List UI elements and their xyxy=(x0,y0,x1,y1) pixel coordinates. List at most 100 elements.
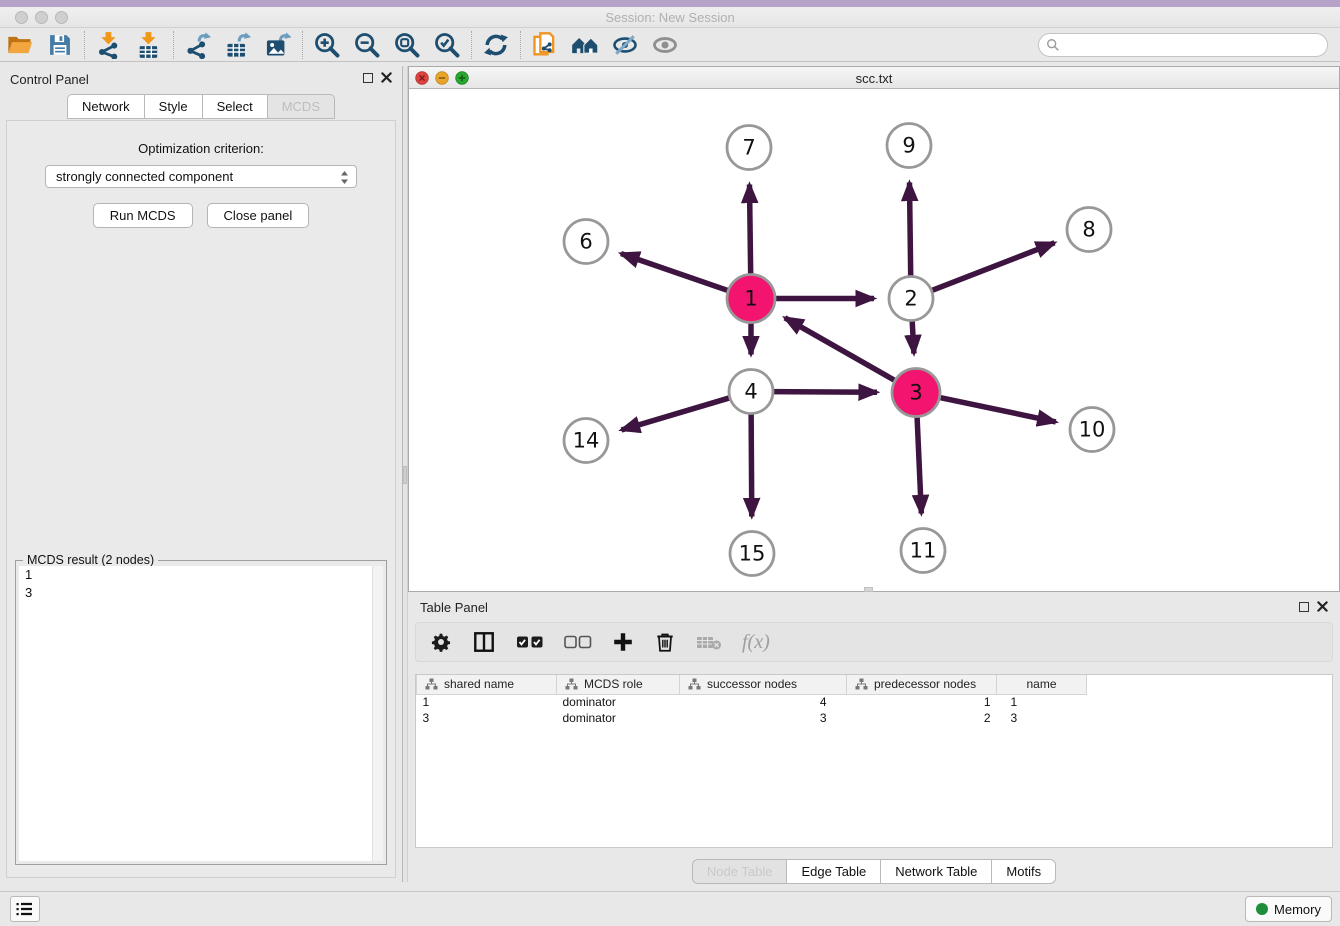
tab-mcds[interactable]: MCDS xyxy=(267,94,335,119)
memory-button[interactable]: Memory xyxy=(1245,896,1332,922)
result-scrollbar[interactable] xyxy=(372,566,383,861)
network-canvas[interactable]: 7 9 6 8 1 2 4 3 14 10 15 11 xyxy=(408,89,1340,592)
float-table-panel-icon[interactable] xyxy=(1299,602,1309,612)
splitter-handle[interactable] xyxy=(403,466,407,484)
deselect-all-button[interactable] xyxy=(564,628,592,656)
close-panel-icon[interactable] xyxy=(381,72,392,83)
graph-edge-1-6[interactable] xyxy=(621,254,730,292)
graph-node-1[interactable]: 1 xyxy=(727,275,775,323)
table-row[interactable]: 3dominator323 xyxy=(417,710,1087,726)
column-header-name[interactable]: name xyxy=(997,675,1087,694)
save-session-button[interactable] xyxy=(40,29,80,61)
graph-node-2[interactable]: 2 xyxy=(889,277,933,321)
export-image-button[interactable] xyxy=(258,29,298,61)
column-header-successor-nodes[interactable]: successor nodes xyxy=(680,675,847,694)
task-history-button[interactable] xyxy=(10,896,40,922)
graph-node-7[interactable]: 7 xyxy=(727,126,771,170)
graph-edge-3-1[interactable] xyxy=(785,318,897,382)
table-settings-button[interactable] xyxy=(430,628,452,656)
table-cell[interactable]: 1 xyxy=(997,694,1087,710)
delete-row-button[interactable] xyxy=(654,628,676,656)
float-panel-icon[interactable] xyxy=(363,73,373,83)
control-panel-title: Control Panel xyxy=(10,72,89,87)
open-session-button[interactable] xyxy=(0,29,40,61)
table-cell[interactable]: dominator xyxy=(557,694,680,710)
graph-edge-4-3[interactable] xyxy=(771,392,877,393)
table-cell[interactable]: dominator xyxy=(557,710,680,726)
table-cell[interactable]: 2 xyxy=(847,710,997,726)
graph-node-15[interactable]: 15 xyxy=(730,532,774,576)
graph-edge-3-11[interactable] xyxy=(917,414,921,513)
graph-edge-2-8[interactable] xyxy=(930,243,1055,291)
table-tab-edge-table[interactable]: Edge Table xyxy=(786,859,880,884)
graph-edge-4-14[interactable] xyxy=(621,397,731,430)
mcds-result-group: MCDS result (2 nodes) 13 xyxy=(15,553,387,865)
clone-network-button[interactable] xyxy=(525,29,565,61)
graph-node-9[interactable]: 9 xyxy=(887,124,931,168)
table-cell[interactable]: 4 xyxy=(680,694,847,710)
graph-edge-1-7[interactable] xyxy=(749,184,750,276)
zoom-selected-button[interactable] xyxy=(427,29,467,61)
criterion-value: strongly connected component xyxy=(56,169,233,184)
graph-node-3[interactable]: 3 xyxy=(892,369,940,417)
graph-edge-3-10[interactable] xyxy=(938,397,1056,422)
export-table-icon xyxy=(224,31,252,59)
table-tab-network-table[interactable]: Network Table xyxy=(880,859,991,884)
control-panel: Control Panel Network Style Select MCDS … xyxy=(0,66,402,882)
column-header-mcds-role[interactable]: MCDS role xyxy=(557,675,680,694)
network-graph[interactable]: 7 9 6 8 1 2 4 3 14 10 15 11 xyxy=(409,89,1339,591)
add-row-button[interactable] xyxy=(612,628,634,656)
select-all-button[interactable] xyxy=(516,628,544,656)
mcds-result-list[interactable]: 13 xyxy=(19,566,383,861)
first-neighbors-button[interactable] xyxy=(565,29,605,61)
graph-node-6[interactable]: 6 xyxy=(564,220,608,264)
zoom-in-button[interactable] xyxy=(307,29,347,61)
show-column-button[interactable] xyxy=(472,628,496,656)
column-header-shared-name[interactable]: shared name xyxy=(417,675,557,694)
refresh-layout-button[interactable] xyxy=(476,29,516,61)
zoom-fit-button[interactable] xyxy=(387,29,427,61)
table-cell[interactable]: 3 xyxy=(680,710,847,726)
zoom-out-button[interactable] xyxy=(347,29,387,61)
export-network-icon xyxy=(184,31,212,59)
graph-node-4[interactable]: 4 xyxy=(729,370,773,414)
close-panel-button[interactable]: Close panel xyxy=(207,203,310,228)
table-cell[interactable]: 1 xyxy=(417,694,557,710)
graph-node-11[interactable]: 11 xyxy=(901,529,945,573)
table-tab-node-table[interactable]: Node Table xyxy=(692,859,787,884)
table-row[interactable]: 1dominator411 xyxy=(417,694,1087,710)
column-header-predecessor-nodes[interactable]: predecessor nodes xyxy=(847,675,997,694)
graph-node-10[interactable]: 10 xyxy=(1070,408,1114,452)
tab-select[interactable]: Select xyxy=(202,94,267,119)
graph-edge-2-3[interactable] xyxy=(912,318,914,353)
graph-node-label: 8 xyxy=(1082,218,1095,242)
table-cell[interactable]: 3 xyxy=(997,710,1087,726)
close-table-panel-icon[interactable] xyxy=(1317,601,1328,612)
graph-edge-2-9[interactable] xyxy=(909,182,910,278)
graph-node-8[interactable]: 8 xyxy=(1067,208,1111,252)
import-network-button[interactable] xyxy=(89,29,129,61)
table-cell[interactable]: 1 xyxy=(847,694,997,710)
export-table-button[interactable] xyxy=(218,29,258,61)
graph-node-14[interactable]: 14 xyxy=(564,419,608,463)
result-list-item[interactable]: 3 xyxy=(19,584,383,602)
hide-selected-button[interactable] xyxy=(605,29,645,61)
run-mcds-button[interactable]: Run MCDS xyxy=(93,203,193,228)
graph-edge-4-15[interactable] xyxy=(751,411,752,516)
search-icon xyxy=(1046,38,1060,52)
tab-network[interactable]: Network xyxy=(67,94,144,119)
export-network-button[interactable] xyxy=(178,29,218,61)
tab-style[interactable]: Style xyxy=(144,94,202,119)
graph-node-label: 10 xyxy=(1079,418,1106,442)
search-input[interactable] xyxy=(1038,33,1328,57)
import-table-button[interactable] xyxy=(129,29,169,61)
result-list-item[interactable]: 1 xyxy=(19,566,383,584)
criterion-select[interactable]: strongly connected component xyxy=(45,165,357,188)
table-tab-motifs[interactable]: Motifs xyxy=(991,859,1056,884)
columns-icon xyxy=(472,630,496,654)
show-all-button[interactable] xyxy=(645,29,685,61)
toolbar-separator xyxy=(302,31,303,59)
import-table-icon xyxy=(135,31,163,59)
table-cell[interactable]: 3 xyxy=(417,710,557,726)
toolbar-separator xyxy=(520,31,521,59)
